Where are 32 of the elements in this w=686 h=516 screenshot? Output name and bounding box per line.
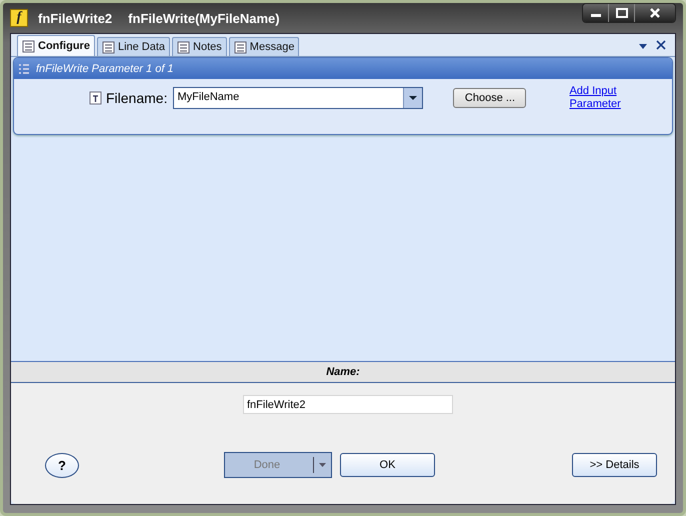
- tab[interactable]: Message: [228, 37, 300, 56]
- ok-button[interactable]: OK: [340, 453, 435, 477]
- close-button[interactable]: [635, 4, 675, 22]
- dropdown-arrow-icon[interactable]: [638, 42, 648, 50]
- app-icon: f: [10, 9, 28, 27]
- text-file-icon: [89, 91, 102, 105]
- help-button[interactable]: ?: [45, 452, 79, 478]
- dropdown-arrow-icon: [408, 95, 418, 101]
- tab[interactable]: Configure: [17, 35, 95, 56]
- panel-title: fnFileWrite Parameter 1 of 1: [36, 62, 174, 74]
- list-icon: [18, 62, 30, 74]
- tab[interactable]: Line Data: [96, 37, 170, 56]
- window-title: fnFileWrite2: [38, 10, 112, 26]
- add-input-parameter-link[interactable]: Add Input Parameter: [569, 85, 621, 111]
- name-header: Name:: [11, 362, 675, 383]
- close-icon[interactable]: [656, 40, 666, 50]
- maximize-icon: [614, 8, 628, 18]
- window-subtitle: fnFileWrite(MyFileName): [128, 10, 280, 26]
- filename-combo[interactable]: MyFileName: [173, 87, 424, 109]
- document-icon: [177, 40, 190, 54]
- details-button[interactable]: >> Details: [572, 453, 657, 477]
- document-icon: [22, 40, 35, 52]
- document-icon: [102, 40, 115, 54]
- tab[interactable]: Notes: [172, 37, 227, 56]
- minimize-button[interactable]: [583, 4, 609, 22]
- close-icon: [648, 8, 662, 18]
- name-field[interactable]: fnFileWrite2: [243, 395, 453, 414]
- dropdown-arrow-icon: [318, 462, 327, 468]
- maximize-button[interactable]: [609, 4, 635, 22]
- field-label: Filename:: [106, 90, 168, 106]
- choose-button[interactable]: Choose ...: [453, 88, 526, 108]
- document-icon: [234, 40, 247, 54]
